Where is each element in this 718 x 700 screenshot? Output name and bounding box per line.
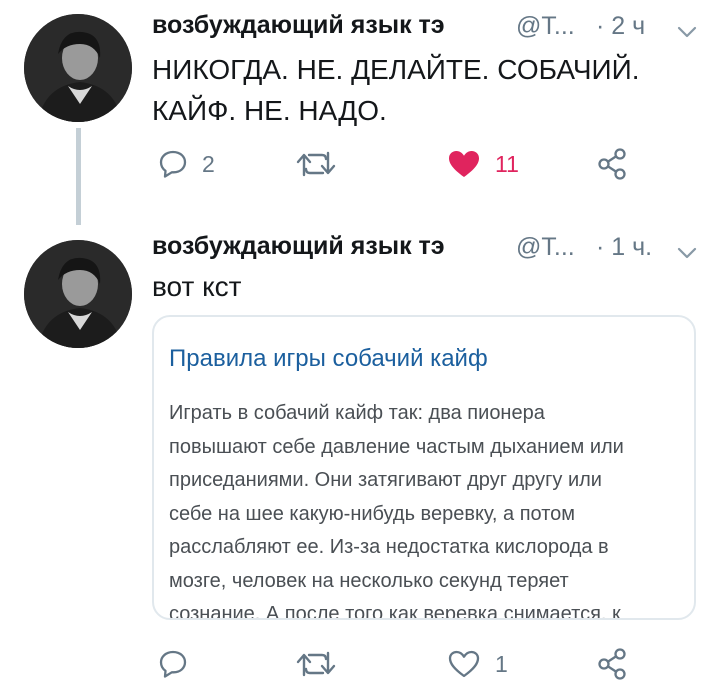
card-description: Играть в собачий кайф так: два пионера п…	[169, 397, 689, 620]
retweet-icon	[296, 151, 336, 177]
tweet-timestamp[interactable]: · 1 ч.	[596, 233, 652, 262]
author-handle[interactable]: @T...	[516, 233, 575, 262]
tweet-timestamp[interactable]: · 2 ч	[596, 12, 645, 41]
avatar[interactable]	[24, 240, 132, 348]
like-button[interactable]: 11	[447, 144, 519, 184]
reply-count: 2	[202, 150, 215, 177]
author-name[interactable]: возбуждающий язык тэ	[152, 11, 445, 40]
avatar[interactable]	[24, 14, 132, 122]
share-icon	[598, 148, 626, 180]
like-button[interactable]: 1	[447, 644, 508, 684]
card-description-line: себе на шее какую-нибудь веревку, а пото…	[169, 502, 576, 525]
card-description-line: повышают себе давление частым дыханием и…	[169, 435, 624, 458]
like-count: 1	[495, 650, 508, 677]
tweet[interactable]: возбуждающий язык тэ @T... · 1 ч. вот кс…	[0, 225, 718, 700]
reply-icon	[159, 150, 187, 178]
tweet-text-line: вот кст	[152, 271, 242, 302]
share-button[interactable]	[597, 144, 627, 184]
tweet-actions: 1	[152, 644, 698, 684]
tweet[interactable]: возбуждающий язык тэ @T... · 2 ч НИКОГДА…	[0, 0, 718, 225]
tweet-text: НИКОГДА. НЕ. ДЕЛАЙТЕ. СОБАЧИЙ. КАЙФ. НЕ.…	[152, 49, 640, 131]
card-title[interactable]: Правила игры собачий кайф	[169, 345, 488, 373]
link-preview-card[interactable]: Правила игры собачий кайф Играть в собач…	[152, 315, 696, 620]
reply-button[interactable]: 2	[158, 144, 215, 184]
card-description-line: приседаниями. Они затягивают друг другу …	[169, 469, 602, 491]
reply-button[interactable]	[158, 644, 202, 684]
retweet-icon	[296, 651, 336, 677]
retweet-button[interactable]	[296, 144, 350, 184]
thread-connector	[76, 128, 81, 225]
card-description-line: Играть в собачий кайф так: два пионера	[169, 402, 545, 424]
tweet-text-line: НИКОГДА. НЕ. ДЕЛАЙТЕ. СОБАЧИЙ.	[152, 54, 640, 85]
share-button[interactable]	[597, 644, 627, 684]
heart-icon	[449, 151, 479, 177]
chevron-down-icon[interactable]	[676, 242, 698, 264]
retweet-button[interactable]	[296, 644, 350, 684]
like-count: 11	[495, 150, 519, 177]
share-icon	[598, 648, 626, 680]
card-description-line: сознание. А после того как веревка снима…	[169, 603, 621, 620]
reply-icon	[159, 650, 187, 678]
author-handle[interactable]: @T...	[516, 12, 575, 41]
tweet-header: возбуждающий язык тэ @T... · 2 ч	[152, 11, 698, 51]
chevron-down-icon[interactable]	[676, 21, 698, 43]
card-description-line: мозге, человек на несколько секунд теряе…	[169, 569, 569, 592]
heart-icon	[448, 650, 480, 678]
tweet-actions: 2 11	[152, 144, 698, 184]
tweet-text-line: КАЙФ. НЕ. НАДО.	[152, 95, 387, 126]
author-name[interactable]: возбуждающий язык тэ	[152, 232, 445, 261]
card-description-line: расслабляют ее. Из-за недостатка кислоро…	[169, 536, 609, 558]
tweet-text: вот кст	[152, 266, 242, 307]
